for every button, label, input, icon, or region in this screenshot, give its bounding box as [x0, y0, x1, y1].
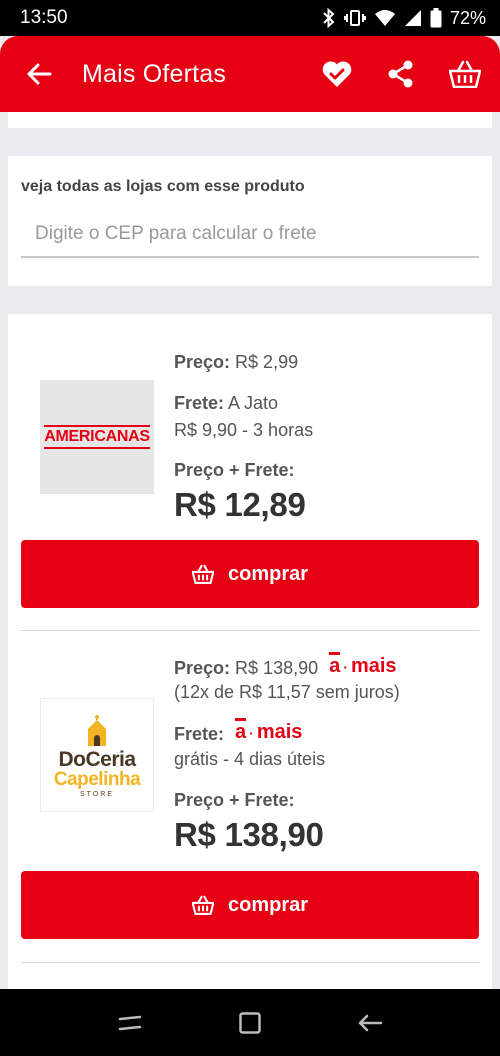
- share-button[interactable]: [384, 57, 418, 91]
- wifi-icon: [374, 10, 395, 26]
- store-logo-doceria: DoCeria Capelinha STORE: [40, 698, 154, 812]
- back-nav-icon: [358, 1014, 383, 1031]
- shipping-label: Frete:: [174, 724, 225, 744]
- divider: [21, 630, 479, 631]
- vibrate-icon: [343, 10, 366, 26]
- favorite-button[interactable]: [320, 57, 354, 91]
- store-logo-text: Capelinha: [53, 768, 141, 790]
- shipping-method: A Jato: [228, 393, 279, 413]
- shipping-detail: grátis - 4 dias úteis: [174, 749, 326, 769]
- amais-badge: a · mais: [235, 718, 302, 744]
- status-bar: 13:50 72%: [0, 0, 500, 36]
- total-label: Preço + Frete:: [174, 790, 295, 810]
- recents-button[interactable]: [110, 1003, 150, 1043]
- basket-icon: [191, 564, 214, 584]
- back-arrow-icon: [27, 63, 52, 85]
- buy-button[interactable]: comprar: [21, 540, 479, 608]
- signal-icon: [404, 10, 421, 26]
- amais-logo-icon: a: [235, 718, 247, 744]
- amais-badge-text: mais: [256, 721, 303, 743]
- amais-logo-icon: a: [329, 652, 341, 678]
- bluetooth-icon: [323, 8, 335, 28]
- store-logo-americanas: AMERICANAS: [40, 380, 154, 494]
- content: veja todas as lojas com esse produto AME…: [0, 112, 500, 989]
- app-bar: Mais Ofertas: [0, 36, 500, 112]
- buy-button[interactable]: comprar: [21, 871, 479, 939]
- cep-card: veja todas as lojas com esse produto: [8, 156, 492, 286]
- chapel-icon: [88, 714, 106, 746]
- buy-button-label: comprar: [227, 562, 309, 585]
- price-label: Preço:: [174, 352, 231, 372]
- total-value: R$ 138,90: [174, 816, 324, 853]
- cart-button[interactable]: [448, 57, 482, 91]
- basket-icon: [449, 60, 481, 88]
- top-card-remnant: [8, 112, 492, 128]
- status-icons: 72%: [322, 8, 486, 29]
- basket-icon: [191, 895, 214, 915]
- buy-button-label: comprar: [227, 893, 309, 916]
- home-button[interactable]: [230, 1003, 270, 1043]
- installments: (12x de R$ 11,57 sem juros): [174, 682, 400, 702]
- share-icon: [388, 60, 413, 88]
- status-time: 13:50: [20, 7, 68, 28]
- battery-percent: 72%: [449, 7, 486, 28]
- amais-badge-text: mais: [350, 655, 397, 677]
- back-button[interactable]: [22, 57, 56, 91]
- store-logo-text: DoCeria: [58, 747, 136, 771]
- offer-item: DoCeria Capelinha STORE Preço: R$ 138,90…: [8, 632, 492, 963]
- recents-icon: [118, 1015, 142, 1030]
- store-logo-text: STORE: [80, 790, 114, 798]
- divider: [21, 962, 479, 963]
- home-square-icon: [239, 1011, 261, 1034]
- back-nav-button[interactable]: [350, 1003, 390, 1043]
- battery-icon: [430, 8, 442, 28]
- store-logo-text: AMERICANAS: [44, 425, 150, 449]
- amais-badge: a · mais: [329, 652, 397, 678]
- price-label: Preço:: [174, 658, 231, 678]
- system-nav-bar: [0, 989, 500, 1056]
- offers-card: AMERICANAS Preço: R$ 2,99 Frete: A Jato …: [8, 314, 492, 989]
- shipping-detail: R$ 9,90 - 3 horas: [174, 420, 314, 440]
- price-value: R$ 138,90: [235, 658, 319, 678]
- cep-label: veja todas as lojas com esse produto: [21, 178, 305, 195]
- offer-item: AMERICANAS Preço: R$ 2,99 Frete: A Jato …: [8, 314, 492, 632]
- page-title: Mais Ofertas: [82, 59, 227, 88]
- total-value: R$ 12,89: [174, 486, 306, 523]
- heart-icon: [322, 61, 352, 87]
- shipping-label: Frete:: [174, 393, 225, 413]
- cep-input[interactable]: [21, 211, 479, 258]
- total-label: Preço + Frete:: [174, 460, 295, 480]
- price-value: R$ 2,99: [235, 352, 299, 372]
